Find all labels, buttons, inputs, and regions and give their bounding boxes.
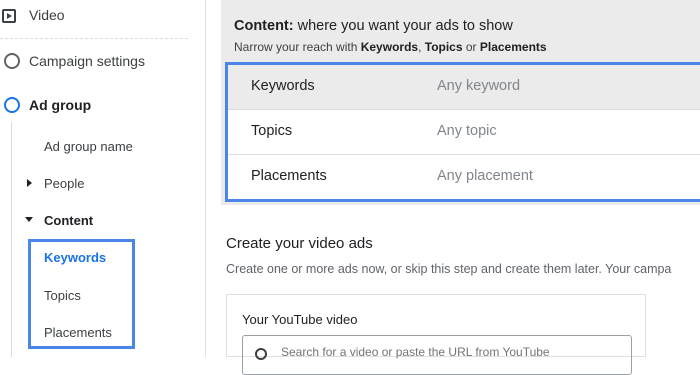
sidebar-item-placements[interactable]: Placements	[44, 325, 112, 340]
search-icon	[255, 348, 267, 360]
main-panel: Content: where you want your ads to show…	[206, 0, 700, 375]
option-value: Any keyword	[437, 78, 521, 94]
sidebar-item-content[interactable]: Content	[44, 213, 93, 228]
option-value: Any placement	[437, 168, 533, 184]
option-keywords[interactable]: Keywords Any keyword	[228, 65, 700, 110]
sidebar-item-label: Video	[29, 7, 65, 23]
step-ad-group[interactable]: Ad group	[29, 97, 91, 113]
option-name: Placements	[251, 168, 327, 184]
video-icon	[2, 9, 16, 23]
step-campaign-settings[interactable]: Campaign settings	[29, 53, 145, 69]
option-value: Any topic	[437, 123, 497, 139]
side-panel	[647, 294, 700, 357]
step-circle-icon	[4, 53, 20, 69]
video-label: Your YouTube video	[242, 312, 358, 327]
video-card: Your YouTube video	[226, 294, 646, 375]
sidebar-item-people[interactable]: People	[44, 176, 84, 191]
sidebar-item-keywords[interactable]: Keywords	[44, 250, 106, 265]
content-options: Keywords Any keyword Topics Any topic Pl…	[225, 62, 700, 202]
sidebar-item-topics[interactable]: Topics	[44, 288, 81, 303]
step-circle-active-icon	[4, 97, 20, 113]
sidebar: Video Campaign settings Ad group Ad grou…	[0, 0, 206, 357]
chevron-down-icon	[25, 217, 33, 222]
option-topics[interactable]: Topics Any topic	[228, 110, 700, 155]
create-ads-title: Create your video ads	[226, 235, 373, 252]
sidebar-item-video[interactable]: Video	[0, 0, 188, 39]
sidebar-item-ad-group-name[interactable]: Ad group name	[44, 139, 133, 154]
chevron-right-icon	[27, 179, 32, 187]
step-connector	[11, 122, 12, 357]
video-search-input[interactable]	[279, 344, 613, 360]
option-placements[interactable]: Placements Any placement	[228, 155, 700, 199]
create-ads-subtitle: Create one or more ads now, or skip this…	[226, 262, 672, 276]
option-name: Keywords	[251, 78, 315, 94]
content-title: Content: where you want your ads to show	[234, 18, 513, 34]
option-name: Topics	[251, 123, 293, 139]
video-search-box[interactable]	[242, 335, 632, 375]
content-subtitle: Narrow your reach with Keywords, Topics …	[234, 40, 547, 54]
